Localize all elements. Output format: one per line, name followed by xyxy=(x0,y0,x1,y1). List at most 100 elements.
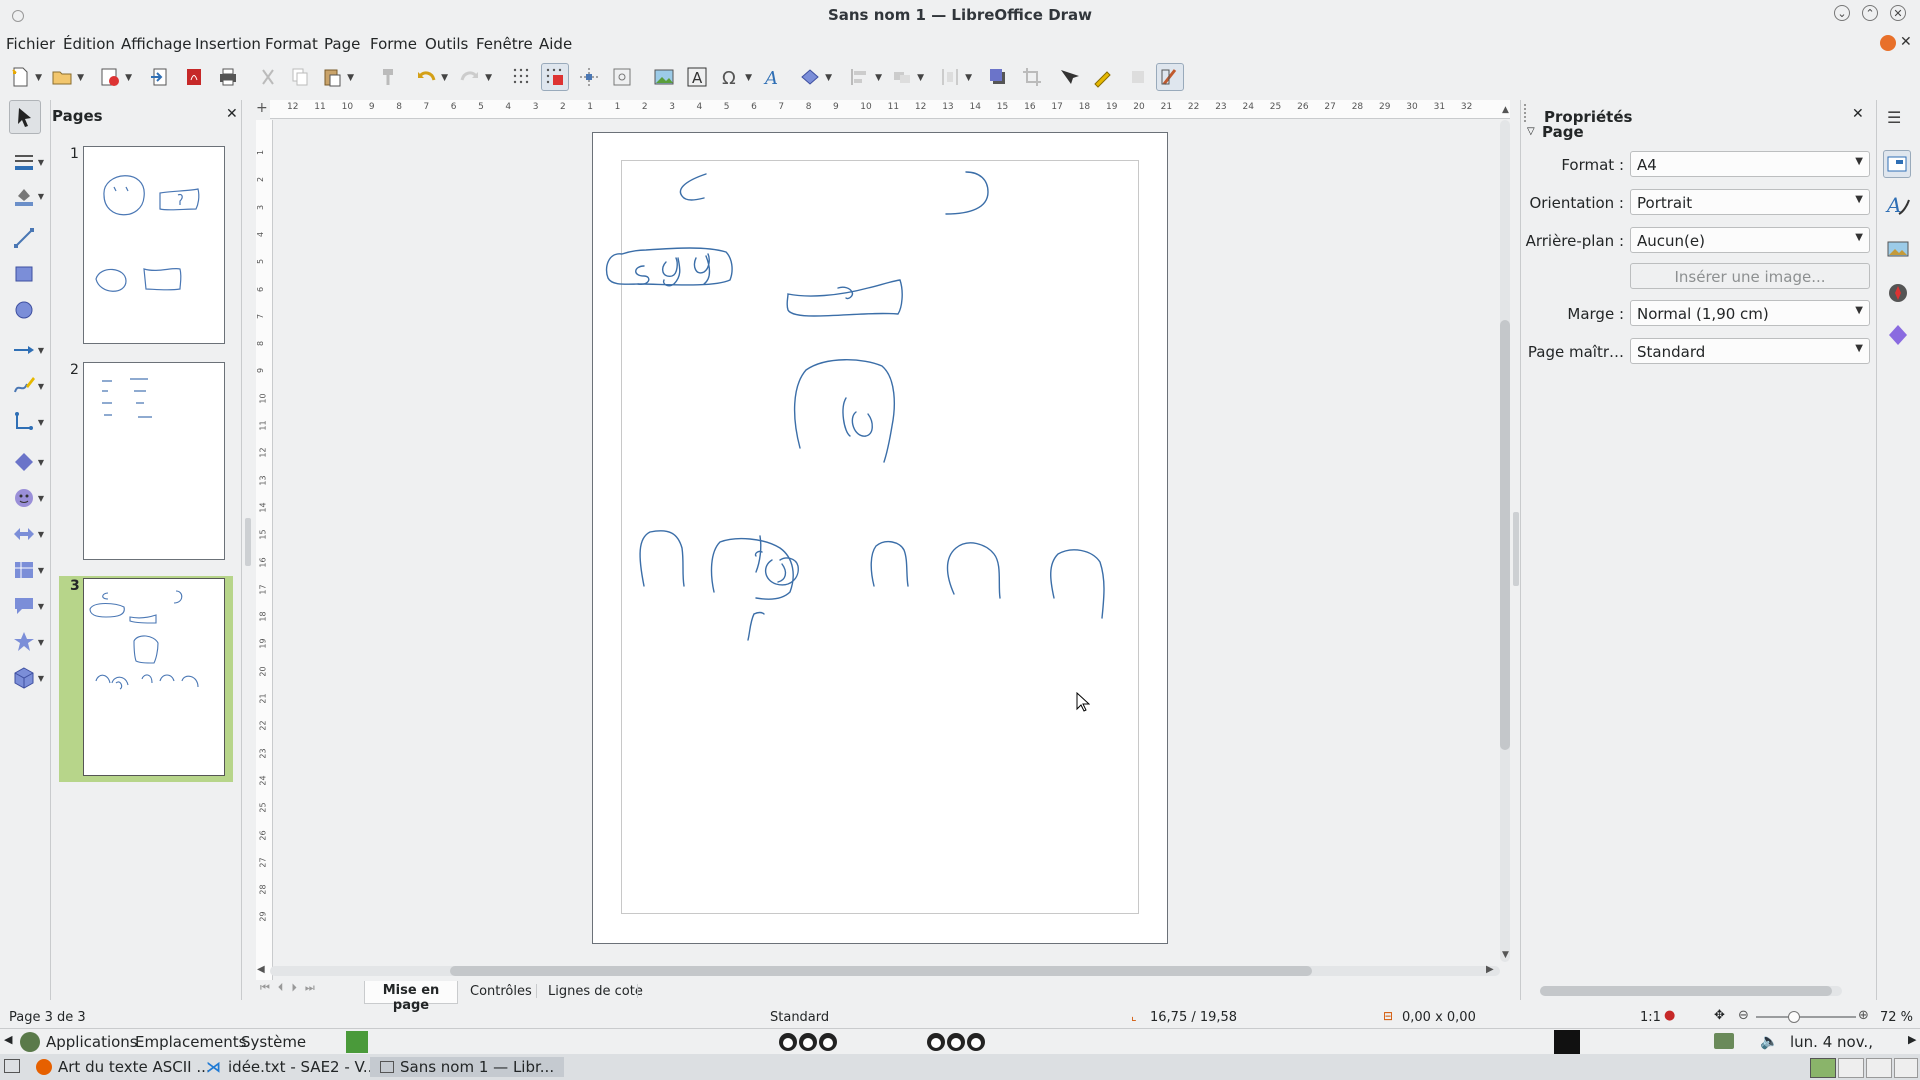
zoom-out-icon[interactable]: ⊖ xyxy=(1738,1008,1749,1023)
workspace-3-icon[interactable] xyxy=(1866,1058,1892,1078)
format-select[interactable]: A4 ▼ xyxy=(1630,151,1870,177)
master-page-select[interactable]: Standard ▼ xyxy=(1630,338,1870,364)
show-desktop-icon[interactable] xyxy=(4,1059,20,1073)
basic-shapes-icon[interactable]: ▼ xyxy=(6,446,44,478)
line-color-icon[interactable]: ▼ xyxy=(6,146,44,178)
collapse-section-icon[interactable]: ▽ xyxy=(1527,126,1535,137)
fill-color-icon[interactable]: ▼ xyxy=(6,180,44,212)
properties-deck-icon[interactable] xyxy=(1883,150,1911,178)
3d-objects-icon[interactable]: ▼ xyxy=(6,662,44,694)
pane-splitter[interactable] xyxy=(245,518,251,566)
save-icon[interactable]: ▼ xyxy=(96,63,132,91)
zoom-pan-icon[interactable] xyxy=(608,63,636,91)
export-pdf-icon[interactable] xyxy=(180,63,208,91)
background-select[interactable]: Aucun(e) ▼ xyxy=(1630,227,1870,253)
menu-edition[interactable]: Édition xyxy=(63,35,115,53)
minimize-icon[interactable]: ⌄ xyxy=(1834,5,1850,21)
insert-image-icon[interactable] xyxy=(650,63,678,91)
flowchart-icon[interactable]: ▼ xyxy=(6,554,44,586)
symbol-shapes-icon[interactable]: ▼ xyxy=(6,482,44,514)
redo-icon[interactable]: ▼ xyxy=(456,63,492,91)
menu-affichage[interactable]: Affichage xyxy=(121,35,191,53)
tab-mise-en-page[interactable]: Mise en page xyxy=(364,981,458,1013)
align-icon[interactable]: ▼ xyxy=(846,63,882,91)
tab-controles[interactable]: Contrôles xyxy=(470,981,532,1004)
close-icon[interactable]: ✕ xyxy=(1890,5,1906,21)
fit-page-icon[interactable]: ✥ xyxy=(1714,1008,1725,1023)
document-modified-icon[interactable]: ● xyxy=(1664,1008,1675,1023)
show-draw-functions-icon[interactable] xyxy=(1156,63,1184,91)
menu-format[interactable]: Format xyxy=(265,35,318,53)
freehand-drawing[interactable] xyxy=(592,132,1168,944)
insert-textbox-icon[interactable]: A xyxy=(683,63,711,91)
snap-to-grid-icon[interactable] xyxy=(541,63,569,91)
tab-lignes-de-cote[interactable]: Lignes de cote xyxy=(548,981,643,1004)
menu-fenetre[interactable]: Fenêtre xyxy=(476,35,533,53)
grid-icon[interactable] xyxy=(508,63,536,91)
horizontal-scrollbar-thumb[interactable] xyxy=(450,966,1312,976)
scroll-down-icon[interactable]: ▼ xyxy=(1502,950,1509,960)
scroll-left-icon[interactable]: ◀ xyxy=(257,964,265,975)
toggle-extrusion-icon[interactable] xyxy=(1124,63,1152,91)
copy-icon[interactable] xyxy=(286,63,314,91)
styles-deck-icon[interactable]: A xyxy=(1885,192,1911,222)
helplines-icon[interactable] xyxy=(575,63,603,91)
workspace-2-icon[interactable] xyxy=(1838,1058,1864,1078)
open-icon[interactable]: ▼ xyxy=(48,63,84,91)
panel-right-arrow-icon[interactable]: ▶ xyxy=(1908,1033,1916,1046)
cut-icon[interactable] xyxy=(254,63,282,91)
zoom-level[interactable]: 72 % xyxy=(1880,1010,1913,1025)
transformations-icon[interactable]: ▼ xyxy=(796,63,832,91)
task-vscode[interactable]: ⋊ idée.txt - SAE2 - V... xyxy=(206,1057,377,1077)
tab-navigation-icons[interactable]: ⏮⏴⏵⏭ xyxy=(260,981,323,995)
page-thumbnail-3[interactable] xyxy=(83,578,225,776)
ellipse-tool-icon[interactable] xyxy=(6,294,42,326)
master-page-indicator[interactable]: Standard xyxy=(770,1010,829,1025)
zoom-slider[interactable] xyxy=(1756,1011,1856,1023)
export-icon[interactable] xyxy=(146,63,174,91)
margin-select[interactable]: Normal (1,90 cm) ▼ xyxy=(1630,300,1870,326)
rectangle-tool-icon[interactable] xyxy=(6,258,42,290)
vertical-ruler[interactable]: 1 2 3 4 5 6 7 8 9 10 11 12 13 14 15 16 17 18 19 20 21 22 23 24 2… xyxy=(256,120,273,980)
orientation-select[interactable]: Portrait ▼ xyxy=(1630,189,1870,215)
gallery-deck-icon[interactable] xyxy=(1885,236,1911,266)
curve-tool-icon[interactable]: ▼ xyxy=(6,370,44,402)
new-document-icon[interactable]: ▼ xyxy=(6,63,42,91)
update-icon[interactable] xyxy=(1880,35,1896,51)
glue-points-icon[interactable] xyxy=(1088,63,1116,91)
zoom-slider-handle[interactable] xyxy=(1788,1011,1800,1023)
page-indicator[interactable]: Page 3 de 3 xyxy=(9,1010,86,1025)
vertical-scrollbar[interactable] xyxy=(1500,120,1510,962)
penguin-applet-icon[interactable] xyxy=(778,1032,840,1052)
distribute-icon[interactable]: ▼ xyxy=(936,63,972,91)
menu-forme[interactable]: Forme xyxy=(370,35,417,53)
launcher-icon[interactable] xyxy=(346,1031,368,1053)
sidebar-scrollbar[interactable] xyxy=(1540,986,1842,996)
panel-left-arrow-icon[interactable]: ◀ xyxy=(4,1033,12,1046)
workspace-1-icon[interactable] xyxy=(1810,1058,1836,1078)
crop-icon[interactable] xyxy=(1018,63,1046,91)
arrange-icon[interactable]: ▼ xyxy=(888,63,924,91)
penguin-applet-icon[interactable] xyxy=(926,1032,988,1052)
line-tool-icon[interactable] xyxy=(6,222,42,254)
sidebar-splitter[interactable] xyxy=(1513,512,1519,586)
task-libreoffice[interactable]: Sans nom 1 — Libr... xyxy=(370,1057,565,1077)
task-firefox[interactable]: Art du texte ASCII ... xyxy=(36,1057,211,1077)
menu-fichier[interactable]: Fichier xyxy=(6,35,55,53)
scroll-up-icon[interactable]: ▲ xyxy=(1502,105,1509,115)
scroll-right-icon[interactable]: ▶ xyxy=(1486,964,1494,975)
sidebar-menu-icon[interactable]: ☰ xyxy=(1887,108,1901,127)
menu-page[interactable]: Page xyxy=(324,35,360,53)
maximize-icon[interactable]: ⌃ xyxy=(1862,5,1878,21)
paste-icon[interactable]: ▼ xyxy=(318,63,354,91)
arrow-line-tool-icon[interactable]: ▼ xyxy=(6,334,44,366)
menu-insertion[interactable]: Insertion xyxy=(195,35,261,53)
connector-tool-icon[interactable]: ▼ xyxy=(6,406,44,438)
print-icon[interactable] xyxy=(214,63,242,91)
clone-formatting-icon[interactable] xyxy=(374,63,402,91)
panel-menu-applications[interactable]: Applications xyxy=(46,1033,138,1051)
tray-icon[interactable] xyxy=(1714,1033,1734,1049)
volume-icon[interactable]: 🔈 xyxy=(1760,1032,1779,1050)
navigator-deck-icon[interactable] xyxy=(1885,280,1911,310)
workspace-4-icon[interactable] xyxy=(1894,1058,1918,1078)
